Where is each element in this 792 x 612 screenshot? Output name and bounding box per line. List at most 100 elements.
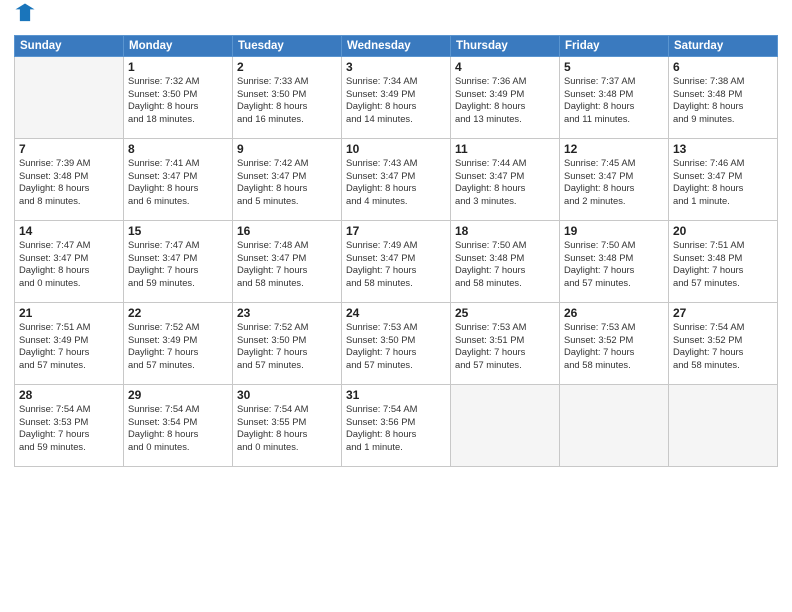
day-cell: 7Sunrise: 7:39 AMSunset: 3:48 PMDaylight… <box>15 139 124 221</box>
day-cell: 28Sunrise: 7:54 AMSunset: 3:53 PMDayligh… <box>15 385 124 467</box>
day-info: Sunrise: 7:51 AMSunset: 3:49 PMDaylight:… <box>19 321 119 372</box>
day-number: 26 <box>564 306 664 320</box>
logo-icon <box>14 2 36 24</box>
week-row-5: 28Sunrise: 7:54 AMSunset: 3:53 PMDayligh… <box>15 385 778 467</box>
day-info: Sunrise: 7:54 AMSunset: 3:53 PMDaylight:… <box>19 403 119 454</box>
day-info: Sunrise: 7:45 AMSunset: 3:47 PMDaylight:… <box>564 157 664 208</box>
day-cell: 27Sunrise: 7:54 AMSunset: 3:52 PMDayligh… <box>669 303 778 385</box>
day-cell: 18Sunrise: 7:50 AMSunset: 3:48 PMDayligh… <box>451 221 560 303</box>
day-info: Sunrise: 7:51 AMSunset: 3:48 PMDaylight:… <box>673 239 773 290</box>
day-number: 5 <box>564 60 664 74</box>
day-number: 31 <box>346 388 446 402</box>
day-cell: 16Sunrise: 7:48 AMSunset: 3:47 PMDayligh… <box>233 221 342 303</box>
day-info: Sunrise: 7:47 AMSunset: 3:47 PMDaylight:… <box>19 239 119 290</box>
header-row: SundayMondayTuesdayWednesdayThursdayFrid… <box>15 36 778 57</box>
col-header-saturday: Saturday <box>669 36 778 57</box>
day-info: Sunrise: 7:52 AMSunset: 3:50 PMDaylight:… <box>237 321 337 372</box>
day-number: 18 <box>455 224 555 238</box>
day-info: Sunrise: 7:34 AMSunset: 3:49 PMDaylight:… <box>346 75 446 126</box>
day-number: 11 <box>455 142 555 156</box>
day-cell: 4Sunrise: 7:36 AMSunset: 3:49 PMDaylight… <box>451 57 560 139</box>
col-header-wednesday: Wednesday <box>342 36 451 57</box>
day-cell <box>15 57 124 139</box>
day-cell: 31Sunrise: 7:54 AMSunset: 3:56 PMDayligh… <box>342 385 451 467</box>
day-info: Sunrise: 7:33 AMSunset: 3:50 PMDaylight:… <box>237 75 337 126</box>
day-number: 24 <box>346 306 446 320</box>
col-header-monday: Monday <box>124 36 233 57</box>
day-number: 17 <box>346 224 446 238</box>
day-number: 13 <box>673 142 773 156</box>
day-cell: 30Sunrise: 7:54 AMSunset: 3:55 PMDayligh… <box>233 385 342 467</box>
day-info: Sunrise: 7:47 AMSunset: 3:47 PMDaylight:… <box>128 239 228 290</box>
day-number: 20 <box>673 224 773 238</box>
col-header-friday: Friday <box>560 36 669 57</box>
day-cell: 9Sunrise: 7:42 AMSunset: 3:47 PMDaylight… <box>233 139 342 221</box>
day-info: Sunrise: 7:54 AMSunset: 3:54 PMDaylight:… <box>128 403 228 454</box>
day-info: Sunrise: 7:53 AMSunset: 3:50 PMDaylight:… <box>346 321 446 372</box>
day-cell <box>560 385 669 467</box>
day-info: Sunrise: 7:48 AMSunset: 3:47 PMDaylight:… <box>237 239 337 290</box>
day-info: Sunrise: 7:41 AMSunset: 3:47 PMDaylight:… <box>128 157 228 208</box>
day-info: Sunrise: 7:50 AMSunset: 3:48 PMDaylight:… <box>564 239 664 290</box>
day-cell: 14Sunrise: 7:47 AMSunset: 3:47 PMDayligh… <box>15 221 124 303</box>
day-cell: 29Sunrise: 7:54 AMSunset: 3:54 PMDayligh… <box>124 385 233 467</box>
day-info: Sunrise: 7:37 AMSunset: 3:48 PMDaylight:… <box>564 75 664 126</box>
day-number: 25 <box>455 306 555 320</box>
week-row-2: 7Sunrise: 7:39 AMSunset: 3:48 PMDaylight… <box>15 139 778 221</box>
day-cell: 26Sunrise: 7:53 AMSunset: 3:52 PMDayligh… <box>560 303 669 385</box>
day-info: Sunrise: 7:36 AMSunset: 3:49 PMDaylight:… <box>455 75 555 126</box>
day-number: 27 <box>673 306 773 320</box>
day-cell: 8Sunrise: 7:41 AMSunset: 3:47 PMDaylight… <box>124 139 233 221</box>
day-info: Sunrise: 7:46 AMSunset: 3:47 PMDaylight:… <box>673 157 773 208</box>
page: SundayMondayTuesdayWednesdayThursdayFrid… <box>0 0 792 612</box>
day-number: 1 <box>128 60 228 74</box>
week-row-3: 14Sunrise: 7:47 AMSunset: 3:47 PMDayligh… <box>15 221 778 303</box>
day-cell: 12Sunrise: 7:45 AMSunset: 3:47 PMDayligh… <box>560 139 669 221</box>
day-info: Sunrise: 7:32 AMSunset: 3:50 PMDaylight:… <box>128 75 228 126</box>
day-info: Sunrise: 7:43 AMSunset: 3:47 PMDaylight:… <box>346 157 446 208</box>
day-info: Sunrise: 7:54 AMSunset: 3:56 PMDaylight:… <box>346 403 446 454</box>
day-cell <box>451 385 560 467</box>
day-cell: 11Sunrise: 7:44 AMSunset: 3:47 PMDayligh… <box>451 139 560 221</box>
calendar-table: SundayMondayTuesdayWednesdayThursdayFrid… <box>14 35 778 467</box>
day-number: 23 <box>237 306 337 320</box>
day-cell: 21Sunrise: 7:51 AMSunset: 3:49 PMDayligh… <box>15 303 124 385</box>
day-number: 29 <box>128 388 228 402</box>
day-info: Sunrise: 7:54 AMSunset: 3:52 PMDaylight:… <box>673 321 773 372</box>
day-number: 8 <box>128 142 228 156</box>
day-cell: 25Sunrise: 7:53 AMSunset: 3:51 PMDayligh… <box>451 303 560 385</box>
day-number: 30 <box>237 388 337 402</box>
day-cell: 19Sunrise: 7:50 AMSunset: 3:48 PMDayligh… <box>560 221 669 303</box>
day-number: 19 <box>564 224 664 238</box>
day-info: Sunrise: 7:52 AMSunset: 3:49 PMDaylight:… <box>128 321 228 372</box>
day-cell: 23Sunrise: 7:52 AMSunset: 3:50 PMDayligh… <box>233 303 342 385</box>
col-header-sunday: Sunday <box>15 36 124 57</box>
day-number: 10 <box>346 142 446 156</box>
day-cell: 24Sunrise: 7:53 AMSunset: 3:50 PMDayligh… <box>342 303 451 385</box>
day-info: Sunrise: 7:54 AMSunset: 3:55 PMDaylight:… <box>237 403 337 454</box>
day-cell: 1Sunrise: 7:32 AMSunset: 3:50 PMDaylight… <box>124 57 233 139</box>
day-cell: 13Sunrise: 7:46 AMSunset: 3:47 PMDayligh… <box>669 139 778 221</box>
day-cell: 10Sunrise: 7:43 AMSunset: 3:47 PMDayligh… <box>342 139 451 221</box>
day-number: 15 <box>128 224 228 238</box>
day-number: 2 <box>237 60 337 74</box>
header <box>14 10 778 29</box>
day-number: 12 <box>564 142 664 156</box>
col-header-tuesday: Tuesday <box>233 36 342 57</box>
day-number: 6 <box>673 60 773 74</box>
day-info: Sunrise: 7:44 AMSunset: 3:47 PMDaylight:… <box>455 157 555 208</box>
day-cell: 15Sunrise: 7:47 AMSunset: 3:47 PMDayligh… <box>124 221 233 303</box>
day-cell: 5Sunrise: 7:37 AMSunset: 3:48 PMDaylight… <box>560 57 669 139</box>
day-info: Sunrise: 7:39 AMSunset: 3:48 PMDaylight:… <box>19 157 119 208</box>
day-cell: 3Sunrise: 7:34 AMSunset: 3:49 PMDaylight… <box>342 57 451 139</box>
day-info: Sunrise: 7:49 AMSunset: 3:47 PMDaylight:… <box>346 239 446 290</box>
logo <box>14 10 40 29</box>
day-info: Sunrise: 7:53 AMSunset: 3:52 PMDaylight:… <box>564 321 664 372</box>
day-cell: 20Sunrise: 7:51 AMSunset: 3:48 PMDayligh… <box>669 221 778 303</box>
day-number: 7 <box>19 142 119 156</box>
day-cell: 22Sunrise: 7:52 AMSunset: 3:49 PMDayligh… <box>124 303 233 385</box>
day-number: 22 <box>128 306 228 320</box>
day-info: Sunrise: 7:38 AMSunset: 3:48 PMDaylight:… <box>673 75 773 126</box>
day-number: 21 <box>19 306 119 320</box>
day-number: 3 <box>346 60 446 74</box>
